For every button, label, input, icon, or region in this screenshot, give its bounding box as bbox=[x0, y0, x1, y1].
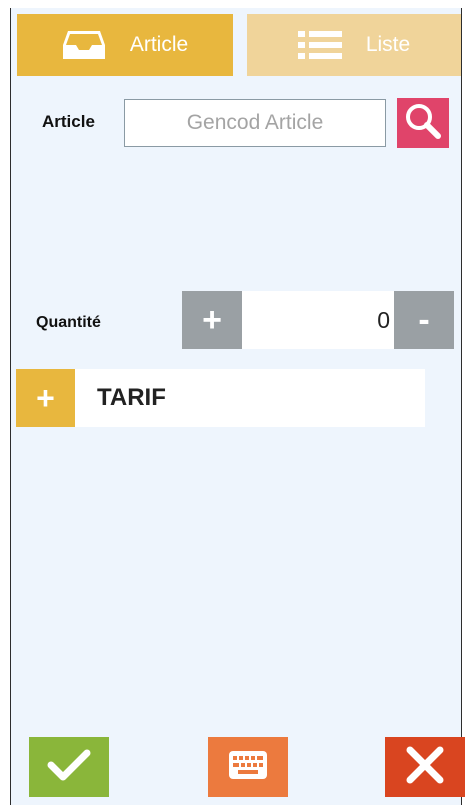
quantity-input[interactable] bbox=[242, 291, 394, 349]
app-screen: Article Liste Article Quantité + bbox=[10, 8, 465, 805]
tarif-expander[interactable]: + TARIF bbox=[16, 369, 425, 427]
list-icon bbox=[297, 29, 342, 61]
minus-icon: - bbox=[418, 300, 430, 339]
tab-article-label: Article bbox=[129, 33, 189, 56]
inbox-tray-icon bbox=[62, 29, 106, 61]
check-icon bbox=[47, 747, 91, 788]
quantity-increment-button[interactable]: + bbox=[182, 291, 242, 349]
search-icon bbox=[404, 102, 442, 145]
plus-icon: + bbox=[202, 300, 222, 339]
tab-liste-label: Liste bbox=[365, 33, 411, 56]
tab-liste[interactable]: Liste bbox=[247, 14, 461, 76]
article-label: Article bbox=[42, 112, 95, 131]
quantity-label: Quantité bbox=[36, 314, 101, 331]
plus-icon: + bbox=[36, 379, 55, 416]
article-gencod-input[interactable] bbox=[124, 99, 386, 147]
tarif-expand-button[interactable]: + bbox=[16, 369, 75, 427]
tab-article[interactable]: Article bbox=[17, 14, 233, 76]
keyboard-button[interactable] bbox=[208, 737, 288, 797]
validate-button[interactable] bbox=[29, 737, 109, 797]
quantity-decrement-button[interactable]: - bbox=[394, 291, 454, 349]
search-button[interactable] bbox=[397, 98, 449, 148]
cancel-button[interactable] bbox=[385, 737, 465, 797]
tarif-label: TARIF bbox=[97, 384, 166, 411]
keyboard-icon bbox=[228, 750, 268, 785]
close-icon bbox=[405, 745, 445, 790]
